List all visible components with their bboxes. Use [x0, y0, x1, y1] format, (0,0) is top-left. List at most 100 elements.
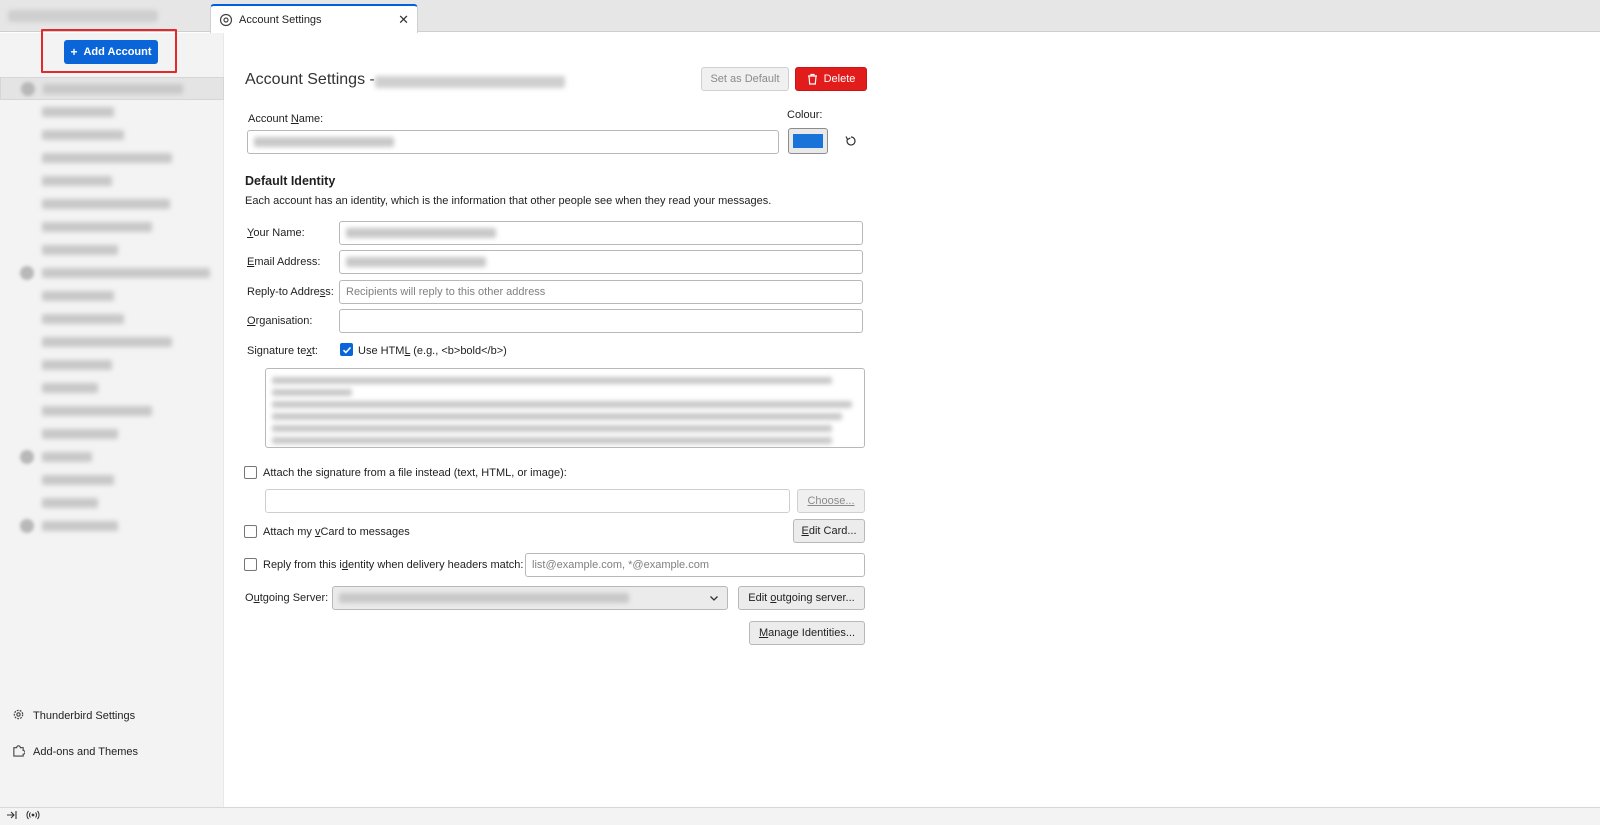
account-row[interactable]: [0, 261, 224, 284]
list-item[interactable]: [0, 238, 224, 261]
edit-outgoing-label: Edit outgoing server...: [748, 592, 855, 604]
blurred-text: [272, 389, 352, 396]
reset-colour-icon[interactable]: [845, 135, 857, 150]
blurred-text: [42, 221, 152, 232]
collapse-sidebar-icon[interactable]: [6, 810, 18, 823]
manage-identities-button[interactable]: Manage Identities...: [749, 621, 865, 645]
list-item[interactable]: [0, 491, 224, 514]
list-item[interactable]: [0, 399, 224, 422]
account-name-label: Account Name:: [248, 113, 324, 125]
edit-card-button[interactable]: Edit Card...: [793, 519, 865, 543]
close-icon[interactable]: ✕: [398, 12, 409, 28]
list-item[interactable]: [0, 376, 224, 399]
manage-identities-label: Manage Identities...: [758, 627, 855, 639]
page-title: Account Settings -: [245, 71, 375, 88]
attach-signature-label: Attach the signature from a file instead…: [263, 467, 567, 479]
tab-label: Account Settings: [239, 13, 322, 26]
blurred-text: [42, 497, 98, 508]
your-name-input[interactable]: [339, 221, 863, 245]
blurred-text: [272, 377, 832, 384]
choose-label: Choose...: [807, 495, 855, 507]
blurred-text: [43, 83, 183, 94]
list-item[interactable]: [0, 192, 224, 215]
blurred-text: [42, 267, 210, 278]
use-html-checkbox[interactable]: [340, 343, 353, 356]
account-icon: [20, 265, 34, 280]
colour-swatch: [793, 134, 823, 148]
blurred-text: [272, 425, 832, 432]
tab-bar: Account Settings ✕: [0, 0, 1600, 33]
tab-account-settings[interactable]: Account Settings ✕: [210, 4, 418, 33]
blurred-text: [42, 382, 98, 393]
list-item[interactable]: [0, 215, 224, 238]
blurred-text: [272, 413, 842, 420]
signature-textarea[interactable]: [265, 368, 865, 448]
choose-button[interactable]: Choose...: [797, 489, 865, 513]
signature-text-label: Signature text:: [247, 345, 318, 357]
list-item[interactable]: [0, 146, 224, 169]
delivery-headers-placeholder: list@example.com, *@example.com: [532, 559, 709, 571]
list-item[interactable]: [0, 422, 224, 445]
account-row[interactable]: [0, 445, 224, 468]
reply-to-placeholder: Recipients will reply to this other addr…: [346, 286, 546, 298]
reply-to-input[interactable]: Recipients will reply to this other addr…: [339, 280, 863, 304]
account-icon: [20, 518, 34, 533]
account-settings-icon: [219, 13, 233, 27]
add-account-button[interactable]: + Add Account: [64, 40, 158, 64]
identity-description: Each account has an identity, which is t…: [245, 195, 772, 207]
account-email-blurred: [375, 76, 565, 88]
thunderbird-settings-link[interactable]: Thunderbird Settings: [12, 708, 135, 724]
list-item[interactable]: [0, 100, 224, 123]
blurred-text: [42, 336, 172, 347]
blurred-text: [42, 428, 118, 439]
reply-from-identity-label: Reply from this identity when delivery h…: [263, 559, 524, 571]
set-as-default-button[interactable]: Set as Default: [701, 67, 789, 91]
email-address-input[interactable]: [339, 250, 863, 274]
list-item[interactable]: [0, 307, 224, 330]
signature-file-input[interactable]: [265, 489, 790, 513]
your-name-label: Your Name:: [247, 227, 305, 239]
account-name-input[interactable]: [247, 130, 779, 154]
outgoing-server-select[interactable]: [332, 586, 728, 610]
list-item[interactable]: [0, 169, 224, 192]
blurred-text: [42, 474, 114, 485]
blurred-text: [42, 313, 124, 324]
status-bar: [0, 807, 1600, 825]
organisation-input[interactable]: [339, 309, 863, 333]
addons-themes-label: Add-ons and Themes: [33, 746, 138, 758]
puzzle-icon: [12, 744, 26, 760]
outgoing-server-label: Outgoing Server:: [245, 592, 329, 604]
account-tree: [0, 77, 224, 537]
list-item[interactable]: [0, 330, 224, 353]
tab-inactive[interactable]: [8, 10, 158, 22]
reply-from-identity-checkbox[interactable]: [244, 558, 257, 571]
account-row[interactable]: [0, 77, 224, 100]
attach-vcard-checkbox[interactable]: [244, 525, 257, 538]
attach-signature-checkbox[interactable]: [244, 466, 257, 479]
addons-themes-link[interactable]: Add-ons and Themes: [12, 744, 138, 760]
list-item[interactable]: [0, 123, 224, 146]
blurred-text: [42, 520, 118, 531]
list-item[interactable]: [0, 468, 224, 491]
add-account-label: Add Account: [83, 46, 152, 58]
account-row[interactable]: [0, 514, 224, 537]
account-settings-pane: Account Settings - Set as Default Delete…: [244, 33, 867, 807]
delete-button[interactable]: Delete: [795, 67, 867, 91]
online-status-icon[interactable]: [26, 810, 40, 823]
blurred-text: [254, 137, 394, 147]
delivery-headers-input[interactable]: list@example.com, *@example.com: [525, 553, 865, 577]
blurred-text: [346, 228, 496, 238]
sidebar: + Add Account Thunderbird Settings Add-o…: [0, 29, 224, 807]
list-item[interactable]: [0, 284, 224, 307]
list-item[interactable]: [0, 353, 224, 376]
colour-label: Colour:: [787, 109, 823, 121]
attach-vcard-label: Attach my vCard to messages: [263, 526, 410, 538]
colour-picker[interactable]: [788, 128, 828, 154]
blurred-text: [42, 106, 114, 117]
edit-card-label: Edit Card...: [801, 525, 857, 537]
blurred-text: [42, 290, 114, 301]
blurred-text: [346, 257, 486, 267]
edit-outgoing-server-button[interactable]: Edit outgoing server...: [738, 586, 865, 610]
organisation-label: Organisation:: [247, 315, 313, 327]
blurred-text: [42, 129, 124, 140]
